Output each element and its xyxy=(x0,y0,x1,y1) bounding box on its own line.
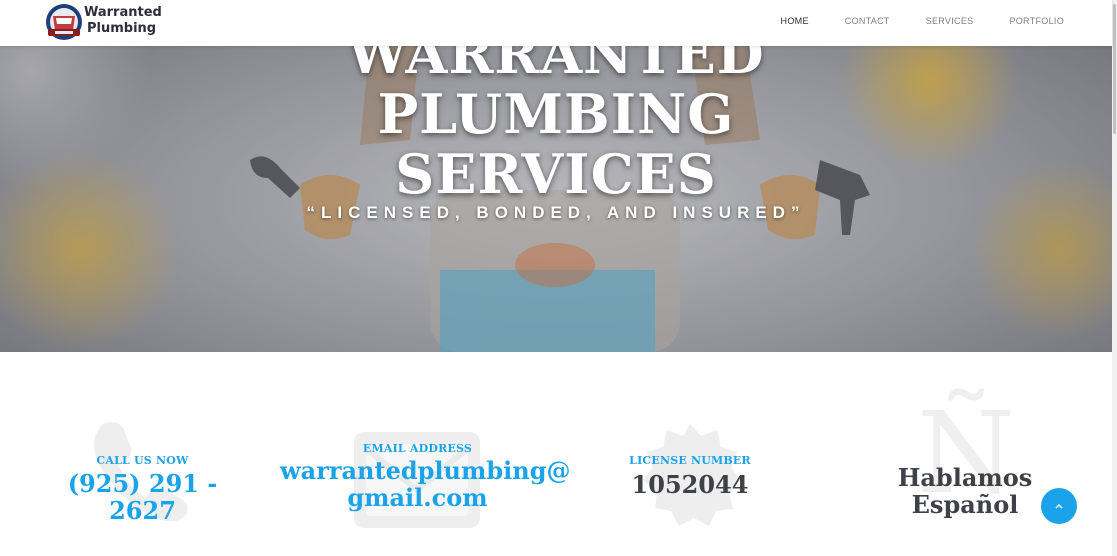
nav-portfolio[interactable]: PORTFOLIO xyxy=(1009,16,1064,26)
email-label: EMAIL ADDRESS xyxy=(362,442,473,455)
contact-info-section: CALL US NOW (925) 291 - 2627 EMAIL ADDRE… xyxy=(0,352,1112,556)
brand-name[interactable]: Warranted Plumbing xyxy=(84,5,162,37)
hero-title: WARRANTED PLUMBING SERVICES xyxy=(0,24,1112,204)
nav-contact[interactable]: CONTACT xyxy=(845,16,890,26)
call-block: CALL US NOW (925) 291 - 2627 xyxy=(40,414,245,524)
hero-title-line3: SERVICES xyxy=(395,142,717,206)
brand-name-line2: Plumbing xyxy=(87,21,157,36)
phone-number[interactable]: (925) 291 - 2627 xyxy=(40,470,245,524)
brand-name-line1: Warranted xyxy=(84,5,162,20)
hero-subtitle: “LICENSED, BONDED, AND INSURED” xyxy=(306,203,806,222)
email-block: EMAIL ADDRESS warrantedplumbing@ gmail.c… xyxy=(280,430,571,530)
nav-home[interactable]: HOME xyxy=(781,16,809,26)
hero-banner: WARRANTED PLUMBING SERVICES “LICENSED, B… xyxy=(0,0,1112,352)
email-address-line2: gmail.com xyxy=(347,483,488,512)
nav-services[interactable]: SERVICES xyxy=(926,16,974,26)
scroll-to-top-button[interactable] xyxy=(1041,488,1077,524)
chevron-up-icon xyxy=(1055,503,1063,509)
email-address[interactable]: warrantedplumbing@ gmail.com xyxy=(280,456,571,512)
main-nav: HOME CONTACT SERVICES PORTFOLIO xyxy=(745,16,1064,26)
site-header: Warranted Plumbing HOME CONTACT SERVICES… xyxy=(0,0,1112,46)
license-block: LICENSE NUMBER 1052044 xyxy=(610,420,770,530)
scrollbar-thumb[interactable] xyxy=(1113,4,1116,134)
license-number: 1052044 xyxy=(631,470,749,499)
license-label: LICENSE NUMBER xyxy=(629,454,751,467)
page-scrollbar[interactable] xyxy=(1112,0,1117,556)
call-label: CALL US NOW xyxy=(96,454,189,467)
hero-title-line2: PLUMBING xyxy=(377,82,735,146)
logo-badge-icon[interactable] xyxy=(43,2,85,42)
email-address-line1: warrantedplumbing@ xyxy=(280,456,571,485)
